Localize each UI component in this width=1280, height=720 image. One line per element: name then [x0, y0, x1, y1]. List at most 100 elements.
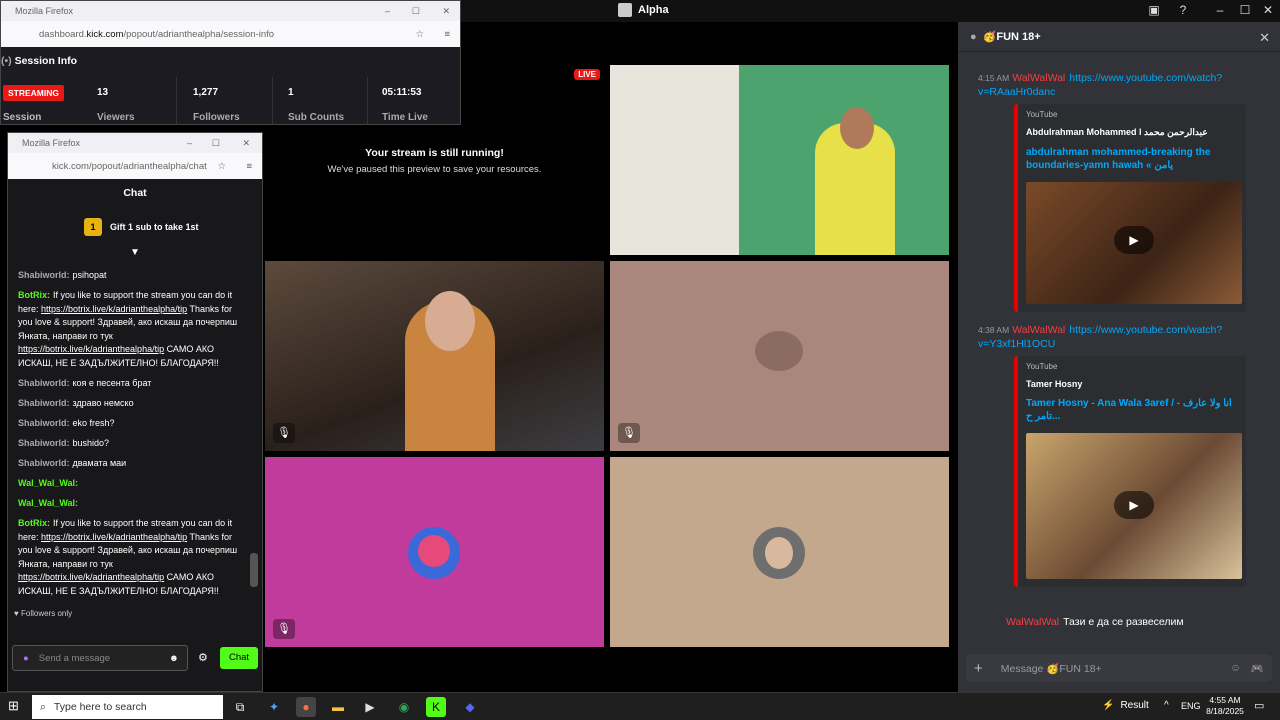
minimize-icon[interactable]: –	[1210, 3, 1230, 17]
start-icon[interactable]: ⊞	[8, 698, 19, 714]
play-icon[interactable]: ▶	[1114, 226, 1154, 254]
chat-user[interactable]: Shabiworld:	[18, 418, 70, 428]
chat-user[interactable]: BotRix:	[18, 518, 50, 528]
chat-text: eko fresh?	[72, 418, 115, 428]
bookmark-star-icon[interactable]: ☆	[415, 29, 424, 40]
embed-provider: YouTube	[1026, 110, 1058, 119]
chat-user[interactable]: Shabiworld:	[18, 398, 70, 408]
webcam-tile[interactable]: 🎙	[265, 261, 604, 451]
maximize-icon[interactable]: ☐	[1235, 3, 1255, 17]
close-icon[interactable]: ✕	[242, 138, 250, 149]
embed-title[interactable]: Tamer Hosny - Ana Wala 3aref / انا ولا ع…	[1026, 397, 1240, 423]
chat-message: BotRix: If you like to support the stream…	[18, 517, 246, 598]
message-input[interactable]: + Message 🥳FUN 18+ ☺ 🎮	[966, 654, 1272, 682]
add-icon[interactable]: +	[974, 660, 983, 677]
user-tile[interactable]: 🎙	[265, 457, 604, 647]
app-icon[interactable]: ✦	[264, 697, 284, 717]
webcam-tile[interactable]: 🎙	[610, 261, 949, 451]
maximize-icon[interactable]: ☐	[412, 6, 420, 17]
close-panel-icon[interactable]: ✕	[1259, 30, 1270, 46]
stat-label: Followers	[193, 112, 240, 123]
taskbar-search[interactable]: ⌕ Type here to search	[32, 695, 223, 719]
chrome-icon[interactable]: ◉	[394, 697, 414, 717]
embed-author[interactable]: Tamer Hosny	[1026, 379, 1240, 389]
person-head	[425, 291, 475, 351]
live-badge: LIVE	[574, 69, 600, 80]
minimize-icon[interactable]: –	[187, 138, 192, 148]
chat-input[interactable]: ● Send a message ☻	[12, 645, 188, 671]
menu-icon[interactable]: ≡	[246, 161, 252, 172]
media-icon[interactable]: ▶	[360, 697, 380, 717]
settings-icon[interactable]: ⚙	[198, 651, 208, 664]
webcam-tile[interactable]	[610, 65, 949, 255]
session-heading-text: Session Info	[14, 55, 78, 67]
file-explorer-icon[interactable]: ▬	[328, 697, 348, 717]
maximize-icon[interactable]: ☐	[212, 138, 220, 149]
chat-user[interactable]: BotRix:	[18, 290, 50, 300]
help-icon[interactable]: ?	[1173, 3, 1193, 17]
kick-icon[interactable]: K	[426, 697, 446, 717]
muted-mic-icon[interactable]: 🎙	[273, 619, 295, 639]
screen-icon[interactable]: ▣	[1144, 3, 1164, 17]
mic-icon[interactable]: ●	[23, 653, 29, 664]
emoji-icon[interactable]: ☻	[169, 653, 179, 664]
emoji-icon[interactable]: ☺	[1230, 662, 1241, 674]
user-tile[interactable]	[610, 457, 949, 647]
clock[interactable]: 4:55 AM 8/18/2025	[1204, 695, 1246, 717]
network-icon: ⚡	[1102, 700, 1115, 711]
network-status[interactable]: ⚡ Result	[1102, 700, 1149, 711]
minimize-icon[interactable]: –	[385, 6, 390, 16]
chat-user[interactable]: Shabiworld:	[18, 378, 70, 388]
message-user[interactable]: WalWalWal	[1012, 72, 1065, 84]
chat-text: здраво немско	[72, 398, 134, 408]
muted-mic-icon[interactable]: 🎙	[618, 423, 640, 443]
task-view-icon[interactable]: ⧉	[230, 697, 250, 717]
chat-user[interactable]: Wal_Wal_Wal:	[18, 498, 78, 508]
embed-title[interactable]: abdulrahman mohammed-breaking the bounda…	[1026, 146, 1240, 172]
clock-date: 8/18/2025	[1206, 706, 1244, 716]
cartoon-avatar	[408, 527, 460, 579]
avatar-face	[418, 535, 450, 567]
video-thumbnail[interactable]: ▶	[1026, 182, 1242, 304]
taskbar: ⊞ ⌕ Type here to search ⧉ ✦ ● ▬ ▶ ◉ K ◆ …	[0, 692, 1280, 720]
video-thumbnail[interactable]: ▶	[1026, 433, 1242, 579]
gift-sub-banner[interactable]: 1 Gift 1 sub to take 1st	[84, 218, 199, 236]
pin-icon[interactable]: ▼	[130, 247, 140, 258]
message-user[interactable]: WalWalWal	[1006, 616, 1059, 628]
chat-user[interactable]: Wal_Wal_Wal:	[18, 478, 78, 488]
firefox-icon[interactable]: ●	[296, 697, 316, 717]
chat-link[interactable]: https://botrix.live/k/adrianthealpha/tip	[41, 532, 187, 542]
chat-user[interactable]: Shabiworld:	[18, 270, 70, 280]
bookmark-star-icon[interactable]: ☆	[217, 161, 226, 172]
play-icon[interactable]: ▶	[1114, 491, 1154, 519]
menu-icon[interactable]: ≡	[444, 29, 450, 40]
address-bar[interactable]: kick.com/popout/adrianthealpha/chat ☆ ≡	[8, 153, 262, 179]
muted-mic-icon[interactable]: 🎙	[273, 423, 295, 443]
discord-icon[interactable]: ◆	[460, 697, 480, 717]
chat-user[interactable]: Shabiworld:	[18, 438, 70, 448]
close-icon[interactable]: ✕	[1258, 3, 1278, 17]
notification-icon[interactable]: ▭	[1254, 699, 1264, 712]
message: 4:15 AM WalWalWal https://www.youtube.com/…	[978, 71, 1258, 99]
chat-link[interactable]: https://botrix.live/k/adrianthealpha/tip	[18, 344, 164, 354]
message: 4:38 AM WalWalWal https://www.youtube.com/…	[978, 323, 1258, 351]
gamepad-icon[interactable]: 🎮	[1251, 662, 1264, 675]
embed-author[interactable]: Abdulrahman Mohammed l عبدالرحمن محمد	[1026, 127, 1240, 138]
chat-message: Wal_Wal_Wal:	[18, 477, 246, 491]
chevron-up-icon[interactable]: ^	[1164, 700, 1169, 711]
chat-heading: Chat	[123, 187, 147, 199]
message-user[interactable]: WalWalWal	[1012, 324, 1065, 336]
language-indicator[interactable]: ENG	[1181, 701, 1201, 711]
clock-time: 4:55 AM	[1209, 695, 1241, 705]
firefox-titlebar: Mozilla Firefox – ☐ ✕	[8, 133, 262, 153]
user-avatar	[753, 527, 805, 579]
stat-time-live: 05:11:53 Time Live	[372, 77, 462, 125]
scrollbar[interactable]	[250, 553, 258, 587]
close-icon[interactable]: ✕	[442, 6, 450, 17]
send-chat-button[interactable]: Chat	[220, 647, 258, 669]
address-bar[interactable]: dashboard. kick.com/popout/adrianthealpha…	[1, 21, 460, 47]
chat-user[interactable]: Shabiworld:	[18, 458, 70, 468]
chat-link[interactable]: https://botrix.live/k/adrianthealpha/tip	[41, 304, 187, 314]
chat-link[interactable]: https://botrix.live/k/adrianthealpha/tip	[18, 572, 164, 582]
stream-notice-title: Your stream is still running!	[365, 147, 504, 159]
